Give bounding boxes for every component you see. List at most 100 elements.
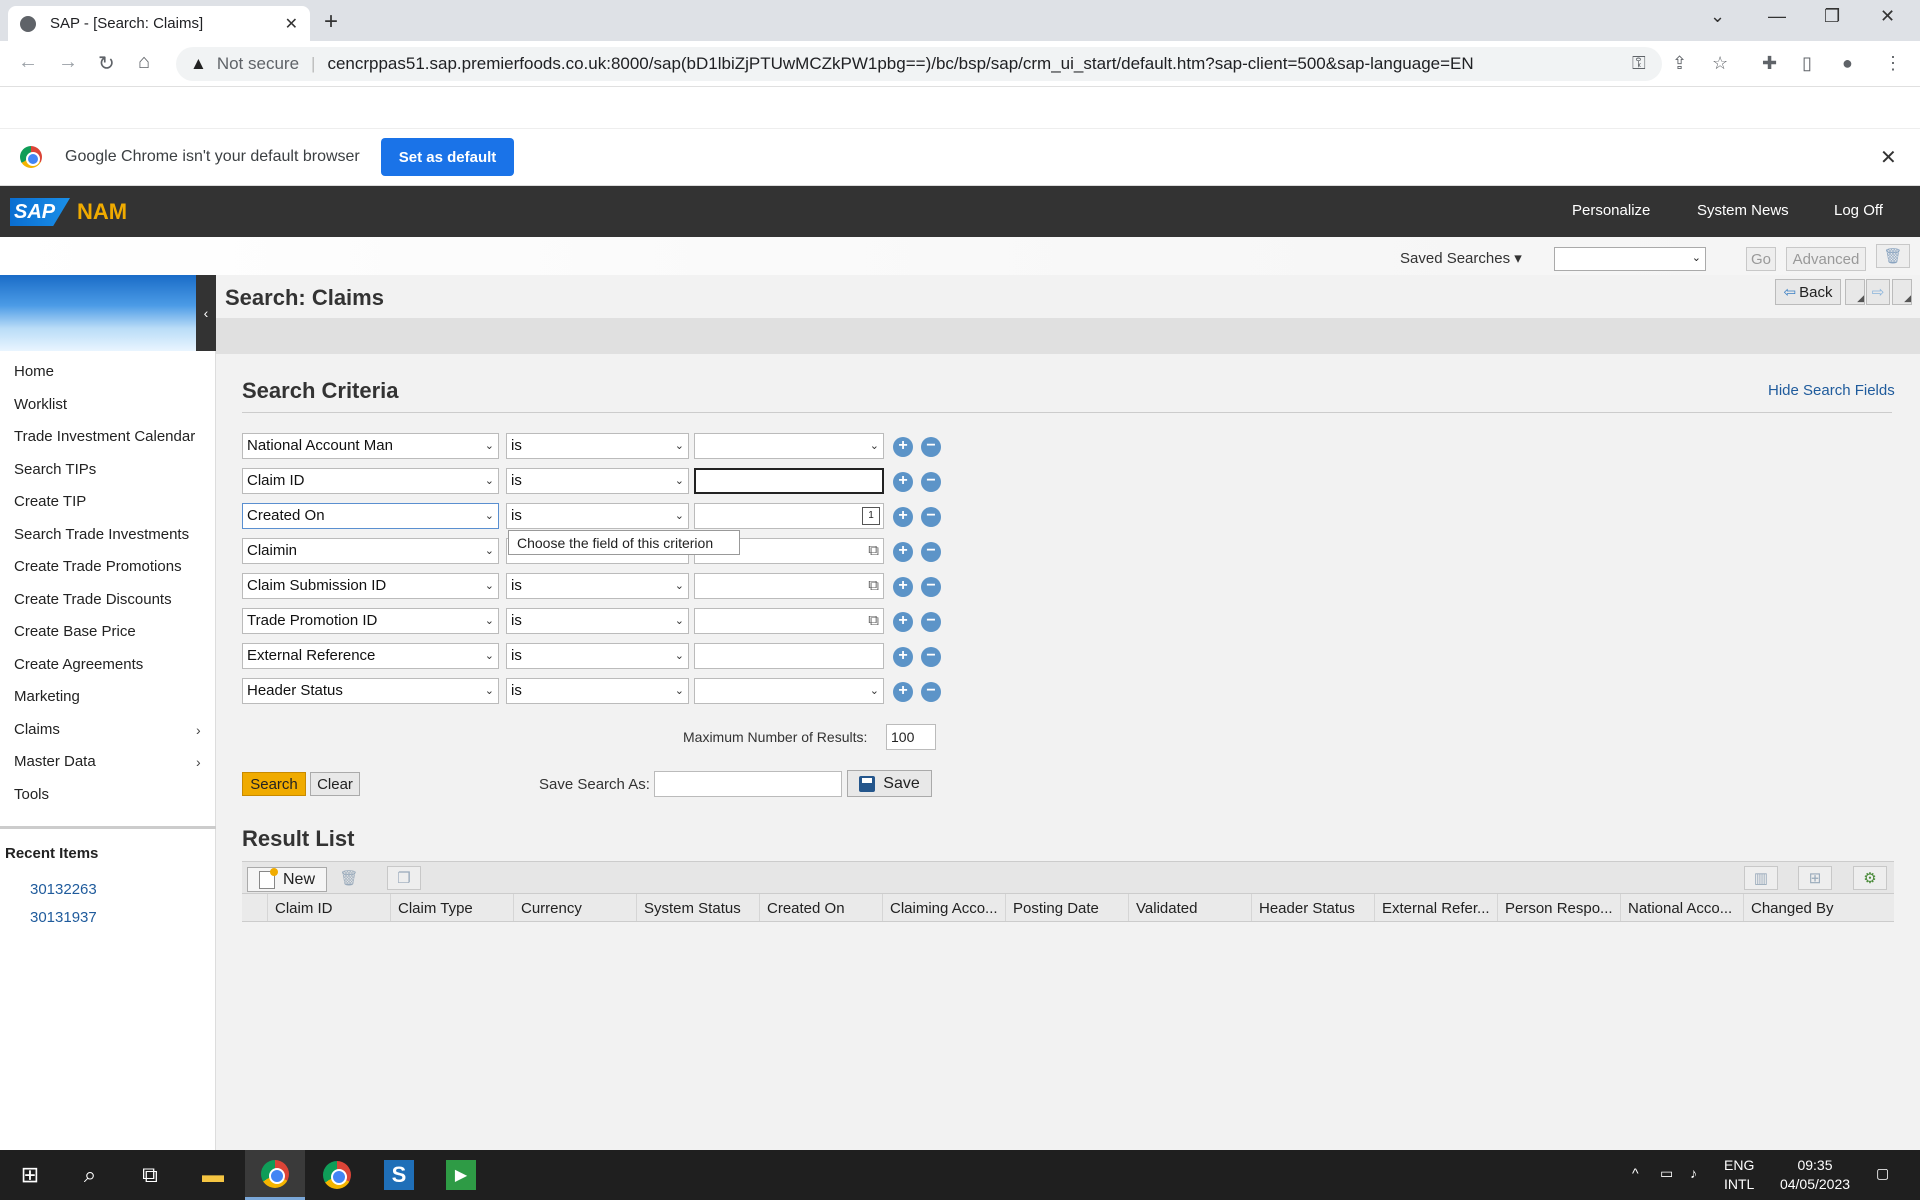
criteria-operator-select[interactable]: is⌄ [506,573,689,599]
remove-criterion-icon[interactable]: − [921,507,941,527]
saved-searches-select[interactable]: ⌄ [1554,247,1706,271]
windows-start-icon[interactable]: ⊞ [0,1150,60,1200]
copy-icon[interactable]: ❐ [387,866,421,890]
criteria-operator-select[interactable]: is⌄ [506,678,689,704]
recent-item-link[interactable]: 30131937 [30,909,97,926]
nav-search-tips[interactable]: Search TIPs [14,461,96,478]
go-button[interactable]: Go [1746,247,1776,271]
column-header[interactable]: Header Status [1252,894,1375,921]
clear-button[interactable]: Clear [310,772,360,796]
column-header[interactable]: Created On [760,894,883,921]
criteria-field-select[interactable]: Created On ⌄ [242,503,499,529]
nav-home[interactable]: Home [14,363,54,380]
nav-trade-investment-calendar[interactable]: Trade Investment Calendar [14,428,195,445]
nav-create-trade-discounts[interactable]: Create Trade Discounts [14,591,172,608]
criteria-value-select[interactable]: ⌄ [694,678,884,704]
extensions-icon[interactable]: ✚ [1762,53,1777,74]
reload-icon[interactable]: ↻ [98,51,115,76]
column-header[interactable]: National Acco... [1621,894,1744,921]
language-indicator[interactable]: ENG INTL [1724,1156,1754,1194]
back-button[interactable]: ⇦ Back [1775,279,1841,305]
back-history-dropdown[interactable]: ◢ [1845,279,1865,305]
criteria-operator-select[interactable]: is⌄ [506,433,689,459]
new-button[interactable]: New [247,867,327,892]
column-header[interactable]: System Status [637,894,760,921]
personalize-link[interactable]: Personalize [1572,202,1650,219]
forward-arrow-icon[interactable]: → [58,51,78,74]
column-header[interactable]: Changed By [1744,894,1872,921]
chevron-right-icon[interactable]: › [196,754,201,770]
nav-claims[interactable]: Claims [14,721,60,738]
add-criterion-icon[interactable]: + [893,472,913,492]
home-icon[interactable]: ⌂ [138,51,150,74]
value-help-icon[interactable]: ⧉ [868,542,879,559]
nav-tools[interactable]: Tools [14,786,49,803]
close-tab-icon[interactable]: ✕ [285,14,298,34]
column-header[interactable]: Claim ID [268,894,391,921]
nav-create-base-price[interactable]: Create Base Price [14,623,136,640]
clock[interactable]: 09:35 04/05/2023 [1770,1156,1860,1194]
select-all-cell[interactable] [242,894,268,921]
nav-master-data[interactable]: Master Data [14,753,96,770]
nav-create-trade-promotions[interactable]: Create Trade Promotions [14,558,182,575]
green-app-taskbar-icon[interactable]: ▶ [431,1150,491,1200]
network-icon[interactable]: ▭ [1660,1164,1673,1183]
nav-create-tip[interactable]: Create TIP [14,493,86,510]
add-criterion-icon[interactable]: + [893,507,913,527]
criteria-value-input[interactable]: ⧉ [694,608,884,634]
column-header[interactable]: Validated [1129,894,1252,921]
chart-icon[interactable]: ▥ [1744,866,1778,890]
notifications-icon[interactable]: ▢ [1876,1164,1889,1183]
chrome-taskbar-icon[interactable] [307,1150,367,1200]
menu-icon[interactable]: ⋮ [1884,53,1902,74]
remove-criterion-icon[interactable]: − [921,472,941,492]
nav-search-trade-investments[interactable]: Search Trade Investments [14,526,189,543]
add-criterion-icon[interactable]: + [893,437,913,457]
criteria-operator-select[interactable]: is⌄ [506,643,689,669]
criteria-field-select[interactable]: Claim ID ⌄ [242,468,499,494]
profile-icon[interactable]: ● [1842,53,1853,74]
delete-icon[interactable]: 🗑 [332,866,366,890]
remove-criterion-icon[interactable]: − [921,647,941,667]
value-help-icon[interactable]: ⧉ [868,612,879,629]
add-criterion-icon[interactable]: + [893,612,913,632]
save-search-name-input[interactable] [654,771,842,797]
system-news-link[interactable]: System News [1697,202,1789,219]
new-tab-icon[interactable]: + [324,8,338,36]
file-explorer-icon[interactable]: ▬ [183,1150,243,1200]
restore-icon[interactable]: ❐ [1824,6,1840,27]
criteria-field-select[interactable]: National Account Man ⌄ [242,433,499,459]
star-icon[interactable]: ☆ [1712,53,1728,74]
remove-criterion-icon[interactable]: − [921,577,941,597]
advanced-button[interactable]: Advanced [1786,247,1866,271]
column-header[interactable]: Claim Type [391,894,514,921]
back-arrow-icon[interactable]: ← [18,51,38,74]
column-header[interactable]: Currency [514,894,637,921]
column-header[interactable]: Claiming Acco... [883,894,1006,921]
max-results-input[interactable]: 100 [886,724,936,750]
criteria-field-select[interactable]: Claimin ⌄ [242,538,499,564]
criteria-field-select[interactable]: Claim Submission ID ⌄ [242,573,499,599]
created-on-input[interactable]: 1 [694,503,884,529]
close-window-icon[interactable]: ✕ [1880,6,1895,27]
calendar-icon[interactable]: 1 [862,507,880,525]
criteria-value-input[interactable] [694,643,884,669]
saved-searches-label[interactable]: Saved Searches ▾ [1400,249,1522,267]
chevron-right-icon[interactable]: › [196,722,201,738]
add-criterion-icon[interactable]: + [893,682,913,702]
add-criterion-icon[interactable]: + [893,542,913,562]
export-icon[interactable]: ⊞ [1798,866,1832,890]
save-button[interactable]: Save [847,770,932,797]
volume-icon[interactable]: ♪ [1690,1164,1697,1183]
nav-marketing[interactable]: Marketing [14,688,80,705]
log-off-link[interactable]: Log Off [1834,202,1883,219]
claim-id-input[interactable] [694,468,884,494]
column-header[interactable]: Posting Date [1006,894,1129,921]
task-view-icon[interactable]: ⧉ [120,1150,180,1200]
collapse-sidebar-icon[interactable]: ‹ [196,275,216,351]
criteria-field-select[interactable]: Header Status ⌄ [242,678,499,704]
share-icon[interactable]: ⇪ [1672,53,1687,74]
recent-item-link[interactable]: 30132263 [30,881,97,898]
forward-history-dropdown[interactable]: ◢ [1892,279,1912,305]
app-s-taskbar-icon[interactable]: S [369,1150,429,1200]
